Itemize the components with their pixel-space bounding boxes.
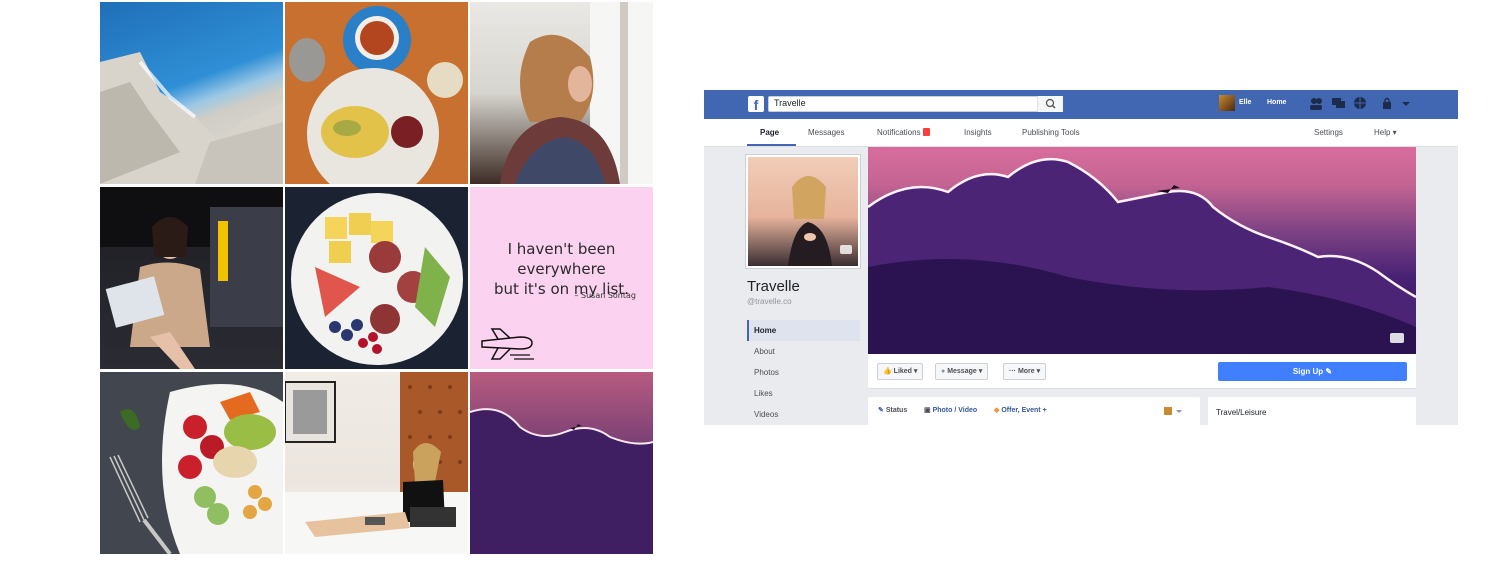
photo-sunset-clouds[interactable] — [470, 372, 653, 554]
liked-label: Liked ▾ — [893, 368, 918, 375]
photo-woman-window[interactable] — [470, 2, 653, 184]
quote-line-1: I haven't been everywhere — [507, 240, 616, 278]
tab-settings[interactable]: Settings — [1314, 128, 1343, 137]
fruit-plate-art — [291, 193, 463, 365]
page-handle[interactable]: @travelle.co — [747, 297, 792, 306]
photo-video-label: Photo / Video — [932, 407, 978, 414]
notification-badge — [922, 128, 930, 136]
pencil-icon: ✎ — [878, 407, 884, 414]
avatar-chevron-icon — [1164, 407, 1182, 415]
message-label: Message ▾ — [947, 368, 983, 375]
active-tab-underline — [747, 144, 796, 146]
offer-event-label: Offer, Event + — [1001, 407, 1047, 414]
page-nav: Page Messages Notifications Insights Pub… — [704, 119, 1458, 147]
tab-notifications[interactable]: Notifications — [877, 128, 930, 137]
lock-icon[interactable] — [1381, 96, 1395, 110]
tab-notifications-label: Notifications — [877, 128, 921, 137]
left-column: Travelle @travelle.co Home About Photos … — [704, 147, 864, 425]
photo-grid: I haven't been everywhere but it's on my… — [100, 2, 653, 554]
salad-bowl-art — [109, 384, 283, 554]
more-button[interactable]: ··· More ▾ — [1003, 363, 1047, 380]
tab-insights[interactable]: Insights — [964, 128, 992, 137]
photo-salad-bowl[interactable] — [100, 372, 283, 554]
sidebar-item-about[interactable]: About — [747, 341, 860, 362]
about-card: Travel/Leisure — [1208, 397, 1416, 425]
plane-sketch-icon — [481, 328, 534, 360]
friends-icon[interactable] — [1309, 96, 1323, 110]
page-title: Travelle — [747, 278, 800, 295]
tab-publishing-tools[interactable]: Publishing Tools — [1022, 128, 1080, 137]
camera-icon — [1390, 333, 1404, 343]
tab-messages[interactable]: Messages — [808, 128, 844, 137]
photo-video-tab[interactable]: ▣ Photo / Video — [924, 406, 977, 414]
photo-icon: ▣ — [924, 407, 931, 414]
user-name-link[interactable]: Elle — [1239, 99, 1251, 106]
profile-photo — [748, 157, 858, 266]
liked-button[interactable]: 👍 Liked ▾ — [877, 363, 924, 380]
composer: ✎ Status ▣ Photo / Video ◆ Offer, Event … — [868, 397, 1200, 425]
cover-clouds-art — [868, 157, 1416, 354]
search-input[interactable]: Travelle — [774, 98, 806, 108]
sidebar-item-videos[interactable]: Videos — [747, 404, 860, 425]
breakfast-art — [289, 6, 463, 184]
messages-icon[interactable] — [1331, 96, 1345, 110]
woman-window-art — [500, 2, 653, 184]
photo-breakfast[interactable] — [285, 2, 468, 184]
search-box[interactable]: Travelle — [768, 96, 1063, 112]
profile-photo-art — [788, 176, 852, 266]
chevron-down-icon[interactable] — [1399, 96, 1413, 110]
sidebar-nav: Home About Photos Likes Videos — [747, 320, 860, 425]
sidebar-item-home[interactable]: Home — [747, 320, 860, 341]
sidebar-item-likes[interactable]: Likes — [747, 383, 860, 404]
status-tab[interactable]: ✎ Status — [878, 406, 907, 414]
status-label: Status — [885, 407, 908, 414]
photo-coastline[interactable] — [100, 2, 283, 184]
cover-photo[interactable] — [868, 147, 1416, 354]
offer-event-tab[interactable]: ◆ Offer, Event + — [994, 406, 1047, 414]
woman-bed-art — [285, 372, 468, 554]
profile-picture[interactable] — [746, 155, 860, 268]
woman-car-art — [100, 187, 283, 369]
facebook-logo-icon[interactable]: f — [748, 96, 764, 113]
home-link[interactable]: Home — [1267, 99, 1286, 106]
search-icon — [1045, 98, 1056, 109]
search-button[interactable] — [1037, 96, 1063, 112]
sidebar-item-photos[interactable]: Photos — [747, 362, 860, 383]
quote-text: I haven't been everywhere but it's on my… — [470, 239, 653, 299]
offer-icon: ◆ — [994, 407, 1000, 414]
page-actions-bar: 👍 Liked ▾ ● Message ▾ ··· More ▾ Sign Up… — [868, 354, 1416, 389]
tab-help[interactable]: Help ▾ — [1374, 128, 1397, 137]
sunset-clouds-art — [470, 408, 653, 554]
coastline-art — [100, 52, 283, 184]
facebook-page-screenshot: f Travelle Elle Home Page Messages Notif… — [704, 90, 1458, 425]
sign-up-button[interactable]: Sign Up ✎ — [1218, 362, 1407, 381]
page-category[interactable]: Travel/Leisure — [1216, 408, 1266, 417]
post-as-selector[interactable] — [1164, 406, 1184, 418]
photo-woman-bed[interactable] — [285, 372, 468, 554]
photo-fruit-plate[interactable] — [285, 187, 468, 369]
camera-icon — [840, 245, 852, 254]
photo-woman-car[interactable] — [100, 187, 283, 369]
top-bar: f Travelle Elle Home — [704, 90, 1458, 119]
tab-page[interactable]: Page — [760, 128, 779, 137]
quote-author: – Susan Sontag — [574, 291, 636, 300]
message-button[interactable]: ● Message ▾ — [935, 363, 989, 380]
avatar[interactable] — [1219, 95, 1235, 111]
globe-icon[interactable] — [1353, 96, 1367, 110]
quote-card[interactable]: I haven't been everywhere but it's on my… — [470, 187, 653, 369]
